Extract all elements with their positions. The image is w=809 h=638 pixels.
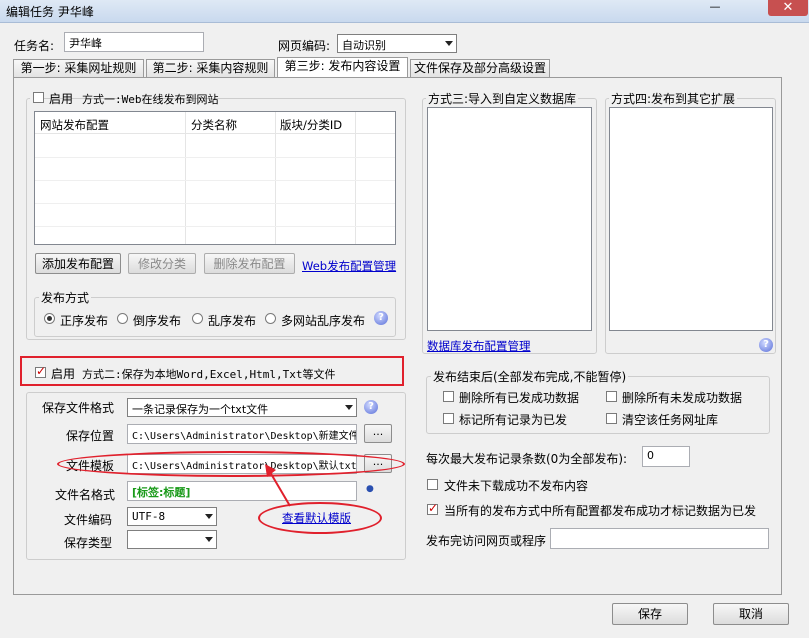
format-label: 保存文件格式 xyxy=(42,401,115,415)
file-encoding-label: 文件编码 xyxy=(64,513,113,527)
radio-multi-random-label: 多网站乱序发布 xyxy=(281,314,366,328)
row-divider xyxy=(35,203,395,204)
after-publish-title: 发布结束后(全部发布完成,不能暂停) xyxy=(431,368,629,385)
table-header: 网站发布配置 分类名称 版块/分类ID xyxy=(35,112,395,134)
location-label: 保存位置 xyxy=(66,429,115,443)
save-type-label: 保存类型 xyxy=(64,536,113,550)
radio-forward-label: 正序发布 xyxy=(60,314,109,328)
help-icon[interactable]: ? xyxy=(374,311,388,325)
encoding-value: 自动识别 xyxy=(342,39,386,52)
column-divider xyxy=(275,112,276,244)
radio-reverse[interactable] xyxy=(117,313,128,324)
radio-random[interactable] xyxy=(192,313,203,324)
column-header[interactable]: 网站发布配置 xyxy=(40,117,109,133)
save-type-select[interactable] xyxy=(127,530,217,549)
close-icon[interactable]: ✕ xyxy=(768,0,808,16)
task-name-label: 任务名: xyxy=(14,39,55,53)
column-divider xyxy=(355,112,356,244)
no-download-no-publish-label: 文件未下载成功不发布内容 xyxy=(444,479,589,493)
minimize-icon[interactable]: — xyxy=(706,0,724,14)
file-encoding-select[interactable]: UTF-8 xyxy=(127,507,217,526)
row-divider xyxy=(35,157,395,158)
row-divider xyxy=(35,180,395,181)
view-default-template-link[interactable]: 查看默认模版 xyxy=(282,510,351,526)
method3-list[interactable] xyxy=(427,107,592,331)
max-records-label: 每次最大发布记录条数(0为全部发布): xyxy=(426,452,628,466)
clear-url-db-checkbox[interactable] xyxy=(606,413,617,424)
method1-enable-label: 启用 xyxy=(49,92,74,106)
delete-success-checkbox[interactable] xyxy=(443,391,454,402)
method4-title: 方式四:发布到其它扩展 xyxy=(609,90,738,107)
method1-title: 方式一:Web在线发布到网站 xyxy=(82,93,219,106)
web-config-manage-link[interactable]: Web发布配置管理 xyxy=(302,258,396,274)
chevron-down-icon xyxy=(205,514,213,519)
radio-reverse-label: 倒序发布 xyxy=(133,314,182,328)
window-title: 编辑任务 尹华峰 xyxy=(6,5,94,19)
clear-url-db-label: 清空该任务网址库 xyxy=(622,413,719,427)
method2-title: 方式二:保存为本地Word,Excel,Html,Txt等文件 xyxy=(82,368,336,381)
method2-enable-checkbox[interactable] xyxy=(35,364,46,378)
method1-header: 启用 方式一:Web在线发布到网站 xyxy=(30,90,219,106)
tab-step1[interactable]: 第一步: 采集网址规则 xyxy=(13,59,144,77)
help-icon[interactable]: ? xyxy=(759,338,773,352)
radio-multi-random[interactable] xyxy=(265,313,276,324)
visit-after-label: 发布完访问网页或程序 xyxy=(426,534,547,548)
filename-format-input[interactable]: [标签:标题] xyxy=(127,481,357,501)
task-name-input[interactable]: 尹华峰 xyxy=(64,32,204,52)
cancel-button[interactable]: 取消 xyxy=(713,603,789,625)
template-highlight-ellipse xyxy=(57,451,405,477)
radio-random-label: 乱序发布 xyxy=(208,314,257,328)
add-config-button[interactable]: 添加发布配置 xyxy=(35,253,121,274)
encoding-select[interactable]: 自动识别 xyxy=(337,34,457,53)
title-bar: 编辑任务 尹华峰 — ✕ xyxy=(0,0,809,23)
delete-config-button[interactable]: 删除发布配置 xyxy=(204,253,295,274)
delete-failed-label: 删除所有未发成功数据 xyxy=(622,391,743,405)
tab-step3[interactable]: 第三步: 发布内容设置 xyxy=(277,57,408,77)
delete-failed-checkbox[interactable] xyxy=(606,391,617,402)
location-input[interactable]: C:\Users\Administrator\Desktop\新建文件夹 xyxy=(127,424,357,444)
chevron-down-icon xyxy=(205,537,213,542)
mark-published-checkbox[interactable] xyxy=(443,413,454,424)
column-header[interactable]: 分类名称 xyxy=(191,117,237,133)
column-divider xyxy=(185,112,186,244)
visit-after-input[interactable] xyxy=(550,528,769,549)
save-button[interactable]: 保存 xyxy=(612,603,688,625)
file-encoding-value: UTF-8 xyxy=(132,510,166,523)
help-icon[interactable]: ? xyxy=(364,400,378,414)
row-divider xyxy=(35,226,395,227)
max-records-input[interactable]: 0 xyxy=(642,446,690,467)
edit-category-button[interactable]: 修改分类 xyxy=(128,253,196,274)
insert-tag-icon[interactable]: ● xyxy=(366,484,374,494)
filename-format-label: 文件名格式 xyxy=(55,488,116,502)
format-select[interactable]: 一条记录保存为一个txt文件 xyxy=(127,398,357,417)
radio-forward[interactable] xyxy=(44,313,55,324)
no-download-no-publish-checkbox[interactable] xyxy=(427,479,438,490)
db-config-manage-link[interactable]: 数据库发布配置管理 xyxy=(427,338,531,354)
all-success-mark-label: 当所有的发布方式中所有配置都发布成功才标记数据为已发 xyxy=(444,504,757,518)
chevron-down-icon xyxy=(345,405,353,410)
method1-enable-checkbox[interactable] xyxy=(33,92,44,103)
tab-file-save[interactable]: 文件保存及部分高级设置 xyxy=(410,59,550,77)
column-header[interactable]: 版块/分类ID xyxy=(280,117,342,133)
tab-step2[interactable]: 第二步: 采集内容规则 xyxy=(146,59,275,77)
publish-config-table[interactable]: 网站发布配置 分类名称 版块/分类ID xyxy=(34,111,396,245)
format-value: 一条记录保存为一个txt文件 xyxy=(132,403,269,416)
mark-published-label: 标记所有记录为已发 xyxy=(459,413,568,427)
encoding-label: 网页编码: xyxy=(278,39,331,53)
all-success-mark-checkbox[interactable] xyxy=(427,501,438,515)
delete-success-label: 删除所有已发成功数据 xyxy=(459,391,580,405)
chevron-down-icon xyxy=(445,41,453,46)
location-browse-button[interactable]: ... xyxy=(364,424,392,443)
method4-list[interactable] xyxy=(609,107,773,331)
method2-enable-label: 启用 xyxy=(51,367,76,381)
method3-title: 方式三:导入到自定义数据库 xyxy=(426,90,579,107)
publish-mode-title: 发布方式 xyxy=(39,289,92,306)
